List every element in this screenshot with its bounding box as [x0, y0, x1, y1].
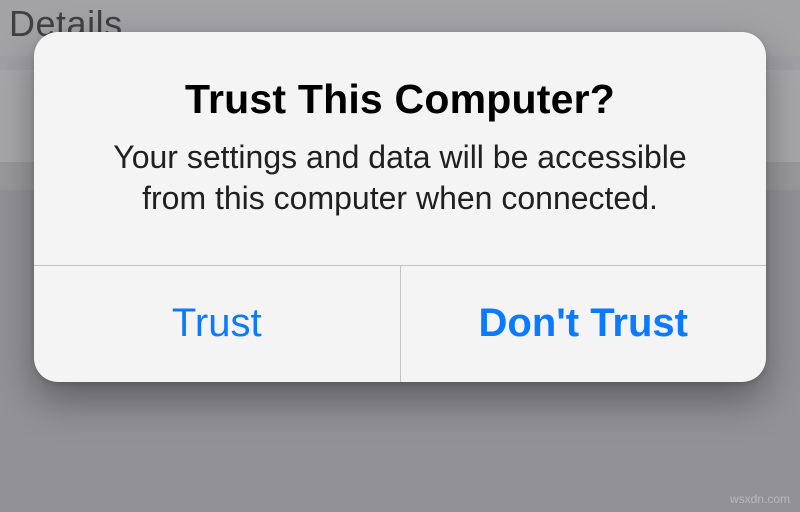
trust-button[interactable]: Trust [34, 266, 400, 382]
watermark: wsxdn.com [730, 492, 790, 506]
alert-message: Your settings and data will be accessibl… [94, 137, 706, 219]
trust-alert-dialog: Trust This Computer? Your settings and d… [34, 32, 766, 382]
alert-button-row: Trust Don't Trust [34, 265, 766, 382]
screen: e Details Trust This Computer? Your sett… [0, 0, 800, 512]
dont-trust-button[interactable]: Don't Trust [400, 266, 767, 382]
alert-body: Trust This Computer? Your settings and d… [34, 32, 766, 265]
alert-title: Trust This Computer? [94, 76, 706, 123]
